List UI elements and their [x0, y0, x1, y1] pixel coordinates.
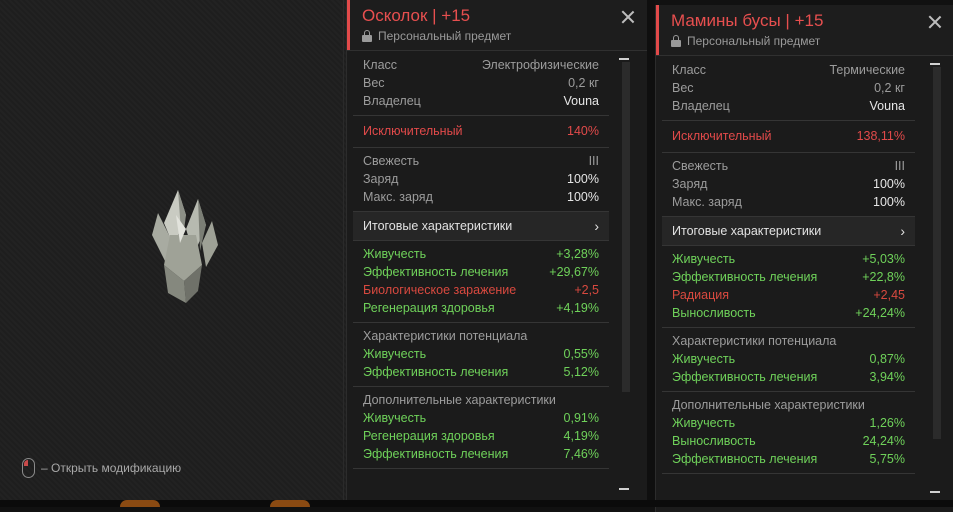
panel-gap — [646, 0, 655, 507]
tooltip-content: Класс Термические Вес 0,2 кг Владелец Vouna… — [662, 57, 915, 474]
chevron-right-icon: › — [900, 223, 905, 239]
tooltip-header: Осколок | +15 Персональный предмет — [347, 0, 647, 51]
item-tooltip-2: Мамины бусы | +15 Персональный предмет К… — [655, 5, 953, 512]
stat-row: Эффективность лечения 5,12% — [363, 365, 599, 379]
state-row-freshness: Свежесть III — [672, 159, 905, 173]
summary-label: Итоговые характеристики — [672, 224, 822, 238]
rarity-accent-bar — [347, 0, 350, 50]
section-title: Характеристики потенциала — [363, 329, 528, 343]
info-row-weight: Вес 0,2 кг — [363, 76, 599, 90]
info-row-class: Класс Электрофизические — [363, 58, 599, 72]
stat-row: Регенерация здоровья 4,19% — [363, 429, 599, 443]
section-title: Дополнительные характеристики — [672, 398, 865, 412]
info-section: Класс Электрофизические Вес 0,2 кг Владеле… — [353, 52, 609, 116]
stat-row: Эффективность лечения 3,94% — [672, 370, 905, 384]
stat-row: Эффективность лечения 5,75% — [672, 452, 905, 466]
info-section: Класс Термические Вес 0,2 кг Владелец Vouna — [662, 57, 915, 121]
extra-section: Дополнительные характеристики Живучесть 1… — [662, 392, 915, 474]
state-row-charge: Заряд 100% — [672, 177, 905, 191]
state-row-freshness: Свежесть III — [363, 154, 599, 168]
lock-icon — [362, 30, 372, 42]
state-section: Свежесть III Заряд 100% Макс. заряд 100% — [662, 153, 915, 217]
summary-label: Итоговые характеристики — [363, 219, 513, 233]
rarity-section: Исключительный 138,11% — [662, 121, 915, 153]
stat-row: Эффективность лечения 7,46% — [363, 447, 599, 461]
orange-orb-icon — [270, 500, 310, 507]
close-icon[interactable] — [621, 10, 635, 24]
rarity-row: Исключительный 140% — [363, 124, 599, 138]
rarity-row: Исключительный 138,11% — [672, 129, 905, 143]
lock-icon — [671, 35, 681, 47]
stat-row: Радиация +2,45 — [672, 288, 905, 302]
personal-item-label: Персональный предмет — [687, 34, 821, 48]
stat-row: Регенерация здоровья +4,19% — [363, 301, 599, 315]
info-row-owner: Владелец Vouna — [672, 99, 905, 113]
stat-row: Выносливость +24,24% — [672, 306, 905, 320]
open-modification-hint[interactable]: – Открыть модификацию — [22, 456, 181, 480]
rarity-section: Исключительный 140% — [353, 116, 609, 148]
potential-section: Характеристики потенциала Живучесть 0,55%… — [353, 323, 609, 387]
stat-row: Выносливость 24,24% — [672, 434, 905, 448]
item-subtitle: Персональный предмет — [362, 29, 511, 43]
info-row-owner: Владелец Vouna — [363, 94, 599, 108]
summary-stats-button[interactable]: Итоговые характеристики › — [662, 217, 915, 246]
state-row-charge: Заряд 100% — [363, 172, 599, 186]
item-preview: – Открыть модификацию — [0, 0, 346, 507]
rarity-accent-bar — [656, 5, 659, 55]
info-row-class: Класс Термические — [672, 63, 905, 77]
stat-row: Эффективность лечения +29,67% — [363, 265, 599, 279]
bottom-strip — [0, 500, 953, 507]
close-icon[interactable] — [928, 15, 942, 29]
stat-row: Биологическое заражение +2,5 — [363, 283, 599, 297]
summary-stats-button[interactable]: Итоговые характеристики › — [353, 212, 609, 241]
tooltip-header: Мамины бусы | +15 Персональный предмет — [656, 5, 953, 56]
chevron-right-icon: › — [594, 218, 599, 234]
state-row-max-charge: Макс. заряд 100% — [363, 190, 599, 204]
personal-item-label: Персональный предмет — [378, 29, 512, 43]
mouse-icon — [22, 458, 35, 478]
item-title: Осколок | +15 — [362, 6, 471, 25]
potential-section: Характеристики потенциала Живучесть 0,87%… — [662, 328, 915, 392]
section-title: Дополнительные характеристики — [363, 393, 556, 407]
section-title: Характеристики потенциала — [672, 334, 837, 348]
totals-section: Живучесть +3,28% Эффективность лечения +29… — [353, 241, 609, 323]
item-tooltip-1: Осколок | +15 Персональный предмет Класс… — [346, 0, 647, 500]
item-subtitle: Персональный предмет — [671, 34, 820, 48]
stat-row: Живучесть 1,26% — [672, 416, 905, 430]
state-row-max-charge: Макс. заряд 100% — [672, 195, 905, 209]
stat-row: Эффективность лечения +22,8% — [672, 270, 905, 284]
tooltip-content: Класс Электрофизические Вес 0,2 кг Владеле… — [353, 52, 609, 469]
totals-section: Живучесть +5,03% Эффективность лечения +22… — [662, 246, 915, 328]
stat-row: Живучесть +5,03% — [672, 252, 905, 266]
stat-row: Живучесть 0,87% — [672, 352, 905, 366]
orange-orb-icon — [120, 500, 160, 507]
crystal-artifact-icon — [152, 190, 218, 303]
extra-section: Дополнительные характеристики Живучесть 0… — [353, 387, 609, 469]
stat-row: Живучесть +3,28% — [363, 247, 599, 261]
stat-row: Живучесть 0,55% — [363, 347, 599, 361]
info-row-weight: Вес 0,2 кг — [672, 81, 905, 95]
stat-row: Живучесть 0,91% — [363, 411, 599, 425]
state-section: Свежесть III Заряд 100% Макс. заряд 100% — [353, 148, 609, 212]
hint-text: – Открыть модификацию — [41, 461, 182, 475]
item-title: Мамины бусы | +15 — [671, 11, 824, 30]
